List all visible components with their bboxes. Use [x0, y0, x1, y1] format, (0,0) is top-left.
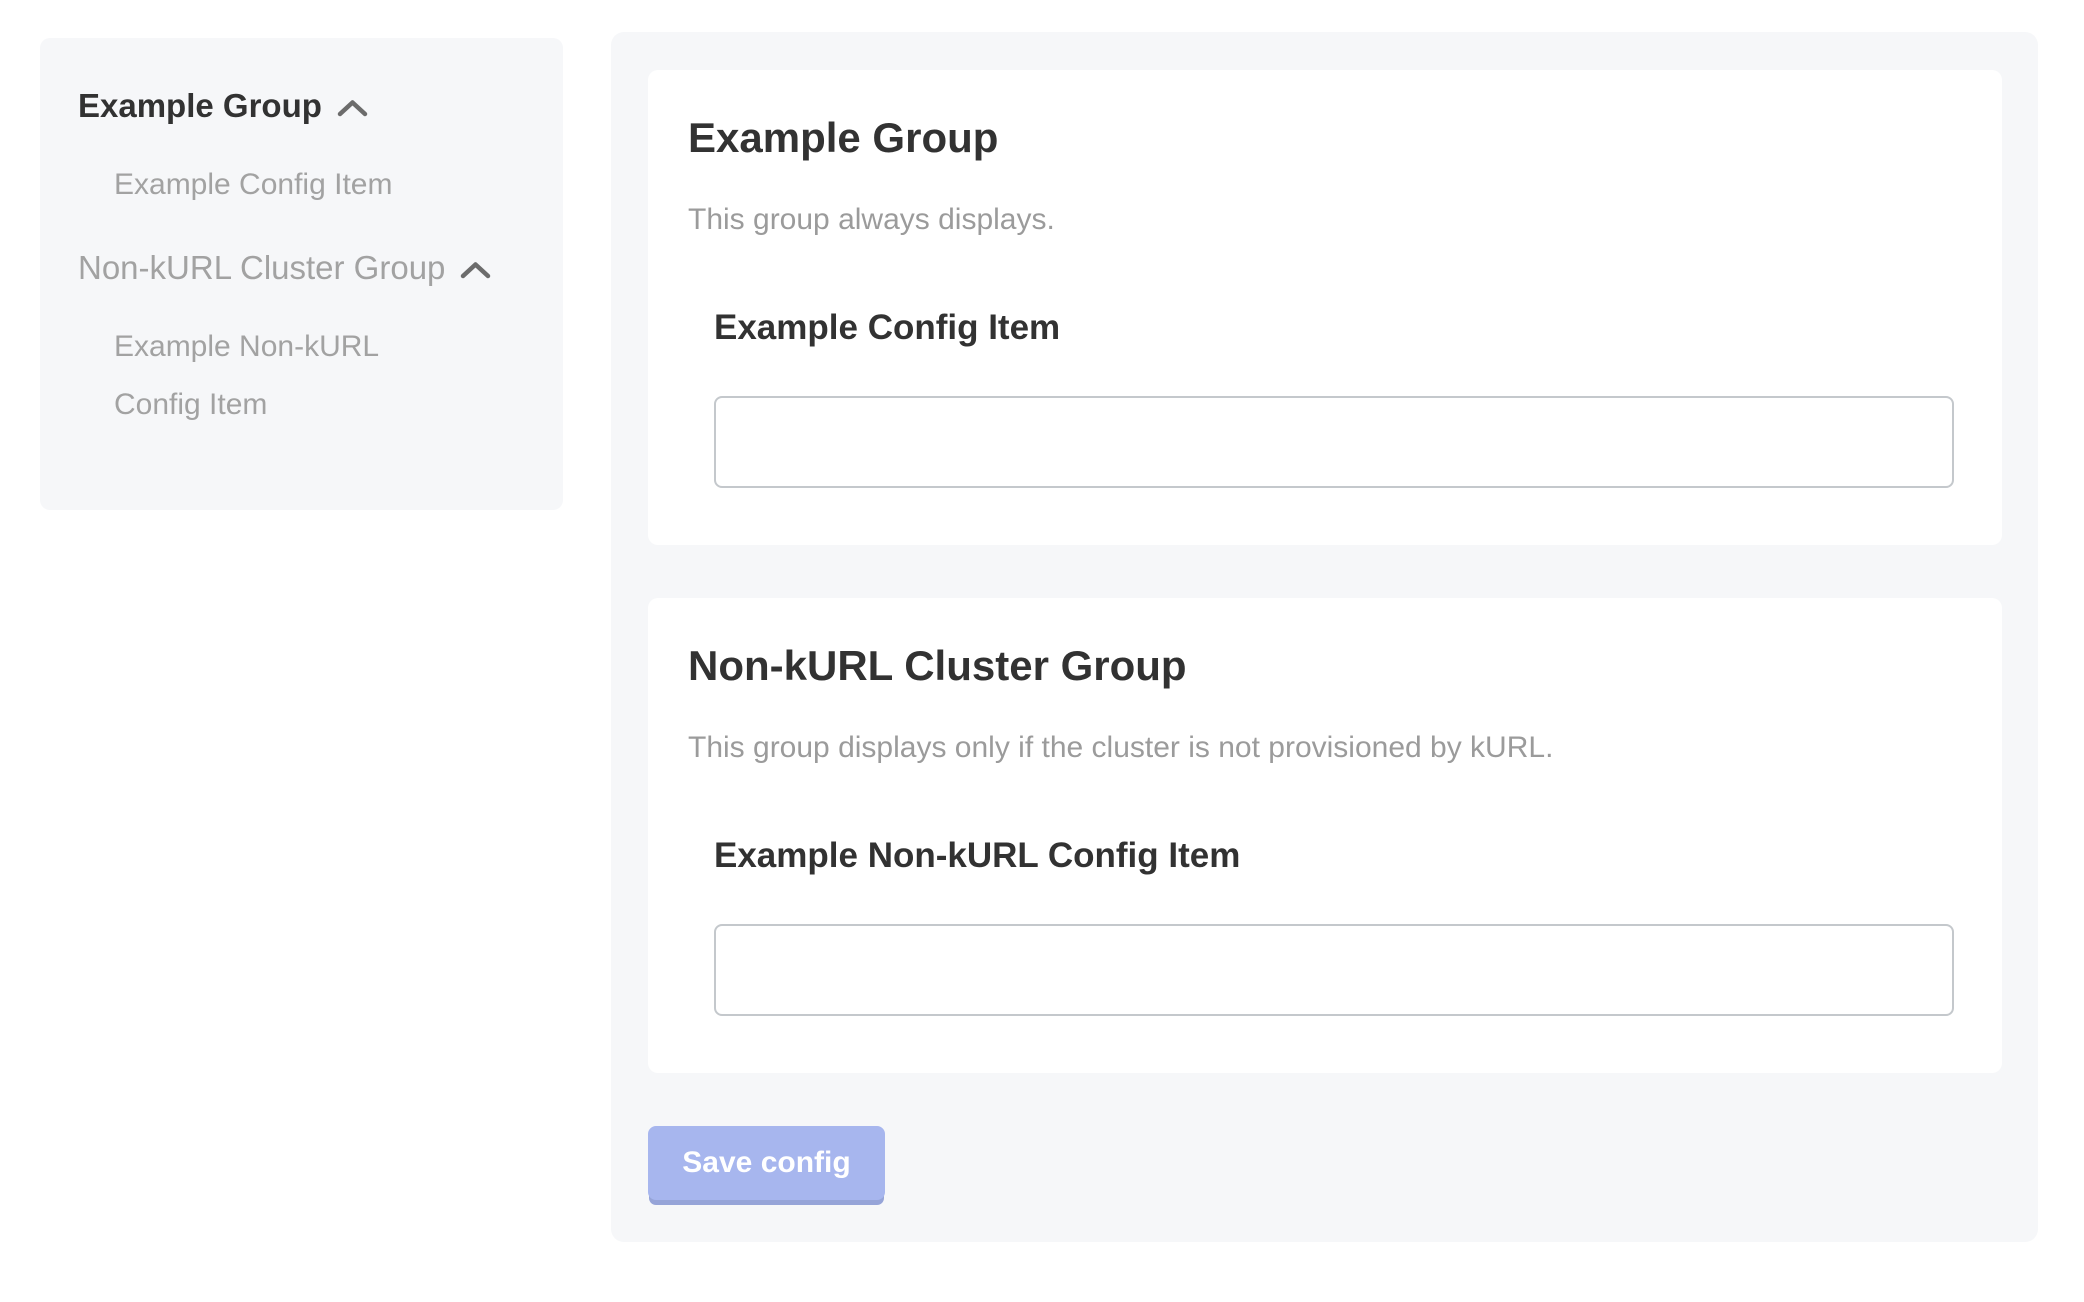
nav-group-non-kurl-cluster-group: Non-kURL Cluster Group Example Non-kURL … — [78, 246, 533, 434]
group-description: This group always displays. — [688, 200, 1954, 239]
example-non-kurl-config-item-input[interactable] — [714, 924, 1954, 1016]
config-item-label: Example Config Item — [714, 307, 1954, 349]
sidebar-group-label: Example Group — [78, 84, 322, 128]
config-main-panel: Example Group This group always displays… — [611, 32, 2038, 1242]
sidebar-group-example-group[interactable]: Example Group — [78, 84, 533, 128]
sidebar-item-example-non-kurl-config-item[interactable]: Example Non-kURL Config Item — [114, 318, 449, 434]
group-title: Example Group — [688, 114, 1954, 162]
example-config-item-input[interactable] — [714, 396, 1954, 488]
config-nav-sidebar: Example Group Example Config Item Non-kU… — [40, 38, 563, 510]
chevron-up-icon[interactable] — [336, 98, 369, 118]
chevron-up-icon[interactable] — [459, 260, 492, 280]
config-group-card-non-kurl-cluster-group: Non-kURL Cluster Group This group displa… — [648, 598, 2002, 1073]
save-config-button[interactable]: Save config — [648, 1126, 885, 1200]
sidebar-group-label: Non-kURL Cluster Group — [78, 246, 445, 290]
group-title: Non-kURL Cluster Group — [688, 642, 1954, 690]
sidebar-item-example-config-item[interactable]: Example Config Item — [114, 156, 449, 214]
sidebar-group-non-kurl-cluster-group[interactable]: Non-kURL Cluster Group — [78, 246, 533, 290]
config-field-example-config-item: Example Config Item — [714, 307, 1954, 488]
group-description: This group displays only if the cluster … — [688, 728, 1954, 767]
config-group-card-example-group: Example Group This group always displays… — [648, 70, 2002, 545]
config-item-label: Example Non-kURL Config Item — [714, 835, 1954, 877]
nav-group-example-group: Example Group Example Config Item — [78, 84, 533, 214]
config-field-example-non-kurl-config-item: Example Non-kURL Config Item — [714, 835, 1954, 1016]
